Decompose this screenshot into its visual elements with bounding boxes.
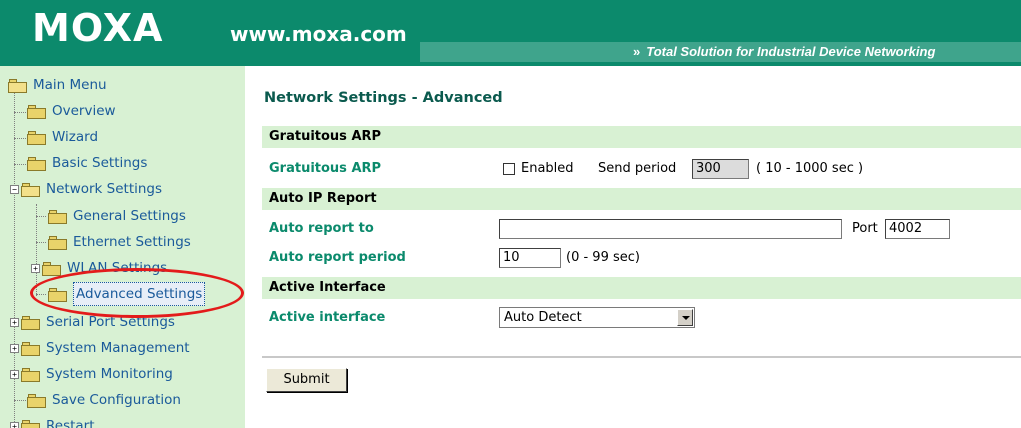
folder-icon [27, 130, 46, 145]
folder-icon [48, 209, 67, 224]
section-header-gratuitous-arp: Gratuitous ARP [262, 126, 1021, 148]
gratuitous-arp-label: Gratuitous ARP [269, 161, 382, 176]
auto-report-period-input[interactable]: 10 [499, 248, 561, 268]
sidebar-item-wizard[interactable]: Wizard [27, 126, 98, 148]
sidebar-item-basic-settings[interactable]: Basic Settings [27, 152, 147, 174]
sidebar-menu-tree: Main Menu Overview Wizard Basic Settings… [0, 66, 245, 428]
sidebar-item-label: System Management [46, 340, 190, 356]
folder-icon [21, 315, 40, 330]
sidebar-item-overview[interactable]: Overview [27, 100, 116, 122]
site-url: www.moxa.com [230, 22, 407, 46]
section-header-auto-ip-report: Auto IP Report [262, 188, 1021, 210]
sidebar-item-label: Restart [46, 418, 95, 428]
active-interface-select[interactable]: Auto Detect [499, 307, 695, 328]
sidebar-item-label: Wizard [52, 129, 99, 145]
chevron-down-icon[interactable] [677, 309, 693, 326]
sidebar-item-ethernet-settings[interactable]: Ethernet Settings [48, 231, 191, 253]
page-title: Network Settings - Advanced [264, 90, 503, 106]
sidebar-item-label: Basic Settings [52, 155, 148, 171]
send-period-range: ( 10 - 1000 sec ) [756, 161, 864, 176]
send-period-label: Send period [598, 161, 677, 176]
expand-icon[interactable]: + [10, 369, 19, 379]
expand-icon[interactable]: + [10, 421, 19, 428]
tagline-text: Total Solution for Industrial Device Net… [646, 44, 936, 59]
send-period-input[interactable]: 300 [692, 159, 749, 179]
report-period-range: (0 - 99 sec) [566, 250, 640, 265]
submit-button[interactable]: Submit [266, 368, 347, 392]
expand-icon[interactable]: + [10, 343, 19, 353]
sidebar-item-label: System Monitoring [46, 366, 173, 382]
tree-guide-line [14, 400, 26, 401]
sidebar-item-label: Overview [52, 103, 116, 119]
sidebar-item-save-configuration[interactable]: Save Configuration [27, 389, 181, 411]
auto-report-to-input[interactable] [499, 219, 842, 239]
tree-guide-line [36, 216, 46, 217]
sidebar-item-label: General Settings [73, 208, 186, 224]
port-label: Port [852, 221, 878, 236]
sidebar-item-label: Network Settings [46, 181, 163, 197]
sidebar-item-system-monitoring[interactable]: + System Monitoring [10, 363, 173, 385]
auto-report-to-label: Auto report to [269, 221, 374, 236]
open-folder-icon [8, 78, 27, 93]
folder-icon [27, 156, 46, 171]
open-folder-icon [21, 182, 40, 197]
folder-icon [27, 393, 46, 408]
annotation-circle [30, 268, 244, 318]
section-header-active-interface: Active Interface [262, 277, 1021, 299]
tree-guide-line [14, 138, 26, 139]
folder-icon [42, 261, 61, 276]
folder-icon [27, 104, 46, 119]
double-chevron-icon: » [633, 44, 641, 59]
folder-icon [21, 367, 40, 382]
gratuitous-arp-enabled-checkbox[interactable] [503, 163, 515, 175]
port-input[interactable]: 4002 [885, 219, 950, 239]
tree-guide-line [36, 242, 46, 243]
expand-icon[interactable]: + [10, 317, 19, 327]
main-content: Network Settings - Advanced Gratuitous A… [262, 66, 1021, 428]
sidebar-item-main-menu[interactable]: Main Menu [8, 74, 107, 96]
folder-icon [21, 341, 40, 356]
sidebar-item-general-settings[interactable]: General Settings [48, 205, 186, 227]
sidebar-item-network-settings[interactable]: − Network Settings [10, 178, 162, 200]
tagline: » Total Solution for Industrial Device Ne… [633, 44, 935, 60]
sidebar-item-restart[interactable]: + Restart [10, 415, 95, 428]
active-interface-label: Active interface [269, 310, 386, 325]
sidebar-item-label: Ethernet Settings [73, 234, 191, 250]
header-banner: MOXA www.moxa.com » Total Solution for In… [0, 0, 1021, 66]
moxa-logo: MOXA [32, 6, 164, 50]
form-divider [262, 356, 1021, 358]
folder-icon [21, 419, 40, 428]
tagline-bar: » Total Solution for Industrial Device Ne… [420, 42, 1021, 62]
enabled-label: Enabled [521, 161, 574, 176]
sidebar-item-label: Save Configuration [52, 392, 181, 408]
active-interface-selected-value: Auto Detect [504, 310, 582, 325]
auto-report-period-label: Auto report period [269, 250, 406, 265]
tree-guide-line [14, 112, 26, 113]
expand-icon[interactable]: + [31, 263, 40, 273]
tree-guide-line [36, 204, 37, 296]
sidebar-item-system-management[interactable]: + System Management [10, 337, 190, 359]
collapse-icon[interactable]: − [10, 184, 19, 194]
sidebar-item-label: Main Menu [33, 77, 107, 93]
folder-icon [48, 235, 67, 250]
tree-guide-line [14, 164, 26, 165]
